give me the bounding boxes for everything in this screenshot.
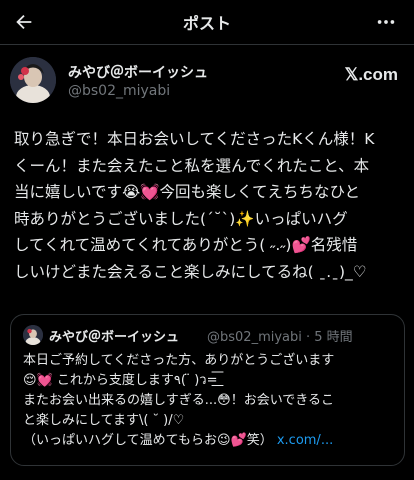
tweet-line: 当に嬉しいです😭💓今回も楽しくてえちちなひと	[14, 183, 361, 201]
tweet-line: くーん！また会えたこと私を選んでくれたこと、本	[14, 156, 370, 175]
quote-line: 😌💓 これから支度します٩( ̈ )ว=͟͟͞͞	[23, 373, 218, 388]
quote-author-name: みやび＠ボーイッシュ	[49, 330, 180, 345]
quote-line: またお会い出来るの嬉しすぎる...😳！お会いできるこ	[23, 393, 335, 408]
author-name[interactable]: みやび＠ボーイッシュ	[68, 62, 208, 82]
x-logo: 𝕏.com	[344, 65, 398, 84]
quote-text: 本日ご予約してくださった方、ありがとうございます 😌💓 これから支度します٩( …	[23, 351, 401, 451]
tweet-line: してくれて温めてくれてありがとう( ˶.˶)💕名残惜	[14, 236, 358, 254]
page-title: ポスト	[182, 14, 231, 33]
author-row: みやび＠ボーイッシュ @bs02_miyabi 𝕏.com	[10, 57, 404, 105]
header-divider	[0, 44, 414, 45]
arrow-left-icon	[16, 14, 32, 30]
tweet-line: 取り急ぎで！本日お会いしてくださったKくん様！K	[14, 130, 375, 148]
quote-line: 本日ご予約してくださった方、ありがとうございます	[23, 353, 335, 368]
more-dots-icon	[377, 20, 395, 24]
quote-avatar-image	[23, 325, 43, 345]
tweet-line: しいけどまた会えること楽しみにしてるね( ˍ.ˍ)_♡	[14, 262, 367, 281]
top-bar: ポスト	[0, 0, 414, 44]
quote-handle-time: @bs02_miyabi · 5 時間	[207, 330, 353, 345]
more-options-button[interactable]	[372, 8, 400, 36]
quote-line-last: （いっぱいハグして温めてもらお😉💕笑） x.com/...	[23, 431, 401, 451]
tweet-text: 取り急ぎで！本日お会いしてくださったKくん様！K くーん！また会えたこと私を選ん…	[14, 126, 404, 285]
quote-line: と楽しみにしてます\( ˘ )/♡	[23, 413, 185, 428]
avatar-image	[10, 57, 56, 103]
author-handle[interactable]: @bs02_miyabi	[68, 83, 170, 99]
quoted-tweet[interactable]: みやび＠ボーイッシュ @bs02_miyabi · 5 時間 本日ご予約してくだ…	[10, 314, 405, 466]
tweet-line: 時ありがとうございました(´˘`)✨いっぱいハグ	[14, 209, 348, 228]
quote-link[interactable]: x.com/...	[277, 433, 333, 448]
quote-line: （いっぱいハグして温めてもらお😉💕笑）	[23, 433, 273, 448]
back-button[interactable]	[10, 8, 38, 36]
quote-avatar	[23, 325, 43, 345]
avatar[interactable]	[10, 57, 56, 103]
